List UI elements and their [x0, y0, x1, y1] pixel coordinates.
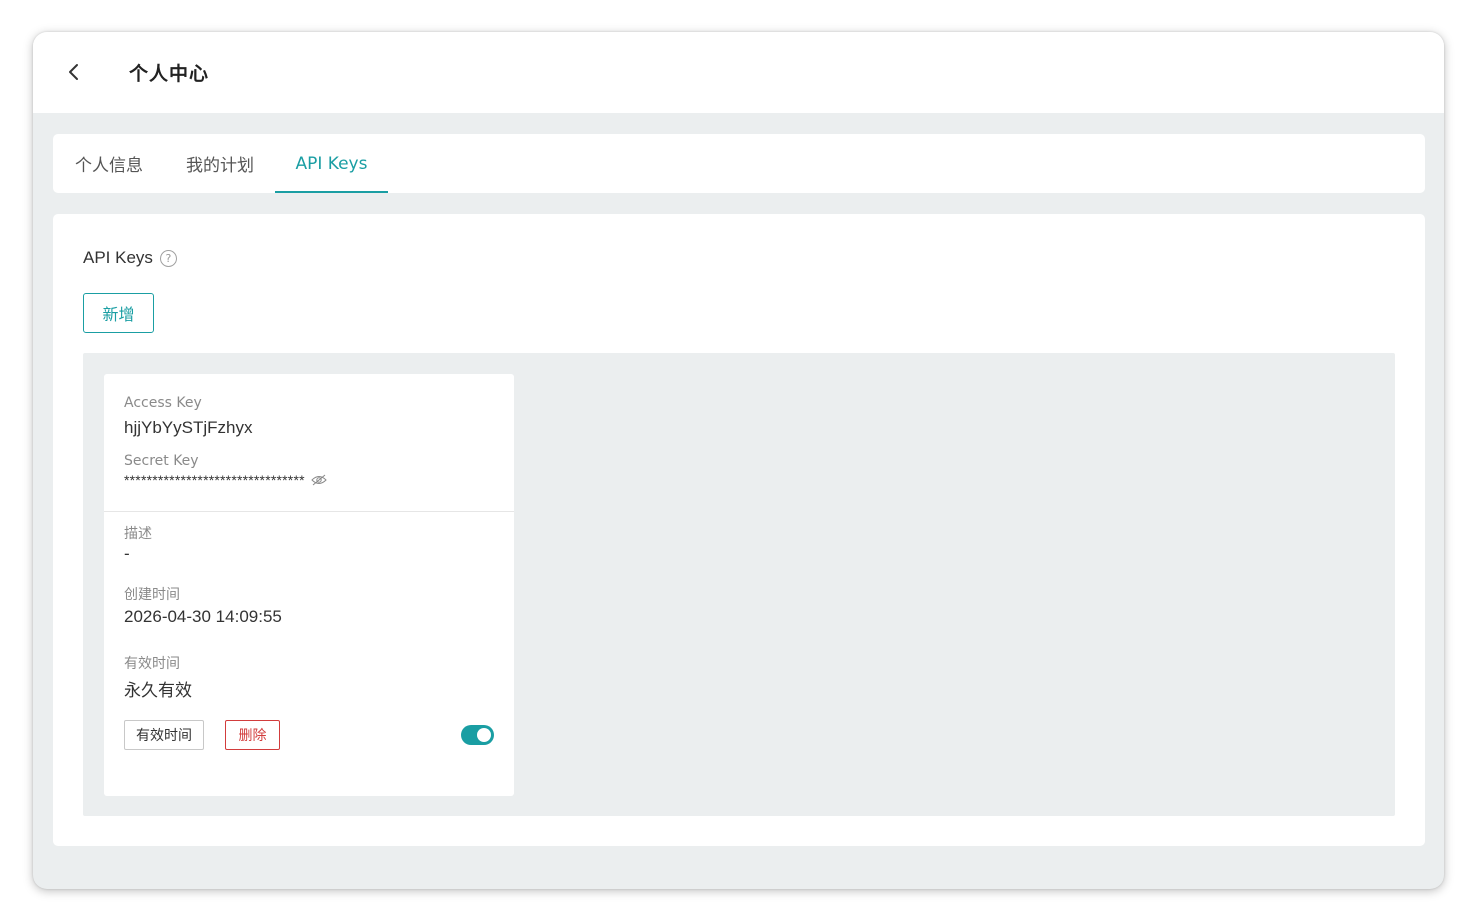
keys-list: Access Key hjjYbYySTjFzhyx Secret Key **…: [83, 353, 1395, 816]
created-time-value: 2026-04-30 14:09:55: [124, 607, 282, 626]
secret-key-row: ********************************: [124, 472, 327, 488]
validity-value: 永久有效: [124, 681, 192, 701]
api-keys-panel: API Keys ? 新增 Access Key hjjYbYySTjFzhyx…: [53, 214, 1425, 846]
eye-slash-icon[interactable]: [311, 474, 327, 486]
tab-profile-info[interactable]: 个人信息: [73, 134, 145, 193]
question-circle-icon[interactable]: ?: [159, 249, 177, 267]
description-label: 描述: [124, 526, 152, 542]
page-title: 个人中心: [129, 63, 210, 85]
page-header: 个人中心: [33, 32, 1444, 113]
api-key-card: Access Key hjjYbYySTjFzhyx Secret Key **…: [104, 374, 514, 796]
app-window: 个人中心 个人信息 我的计划 API Keys API Keys ? 新增 Ac…: [33, 32, 1444, 889]
access-key-value: hjjYbYySTjFzhyx: [124, 418, 253, 437]
section-title: API Keys ?: [83, 248, 177, 268]
secret-key-label: Secret Key: [124, 453, 199, 469]
access-key-label: Access Key: [124, 395, 202, 411]
section-title-text: API Keys: [83, 248, 153, 267]
tab-bar: 个人信息 我的计划 API Keys: [53, 134, 1425, 193]
validity-label: 有效时间: [124, 656, 180, 672]
description-value: -: [124, 544, 130, 563]
delete-key-button[interactable]: 删除: [225, 720, 280, 750]
toggle-knob: [477, 728, 491, 742]
secret-key-value: ********************************: [124, 472, 305, 488]
add-key-button[interactable]: 新增: [83, 293, 154, 333]
chevron-left-icon: [69, 64, 78, 80]
tab-my-plan[interactable]: 我的计划: [184, 134, 256, 193]
card-divider: [104, 511, 514, 512]
tab-api-keys[interactable]: API Keys: [275, 134, 388, 193]
created-time-label: 创建时间: [124, 587, 180, 603]
set-expiry-button[interactable]: 有效时间: [124, 720, 204, 750]
back-button[interactable]: [61, 58, 87, 86]
key-enabled-toggle[interactable]: [461, 725, 494, 745]
